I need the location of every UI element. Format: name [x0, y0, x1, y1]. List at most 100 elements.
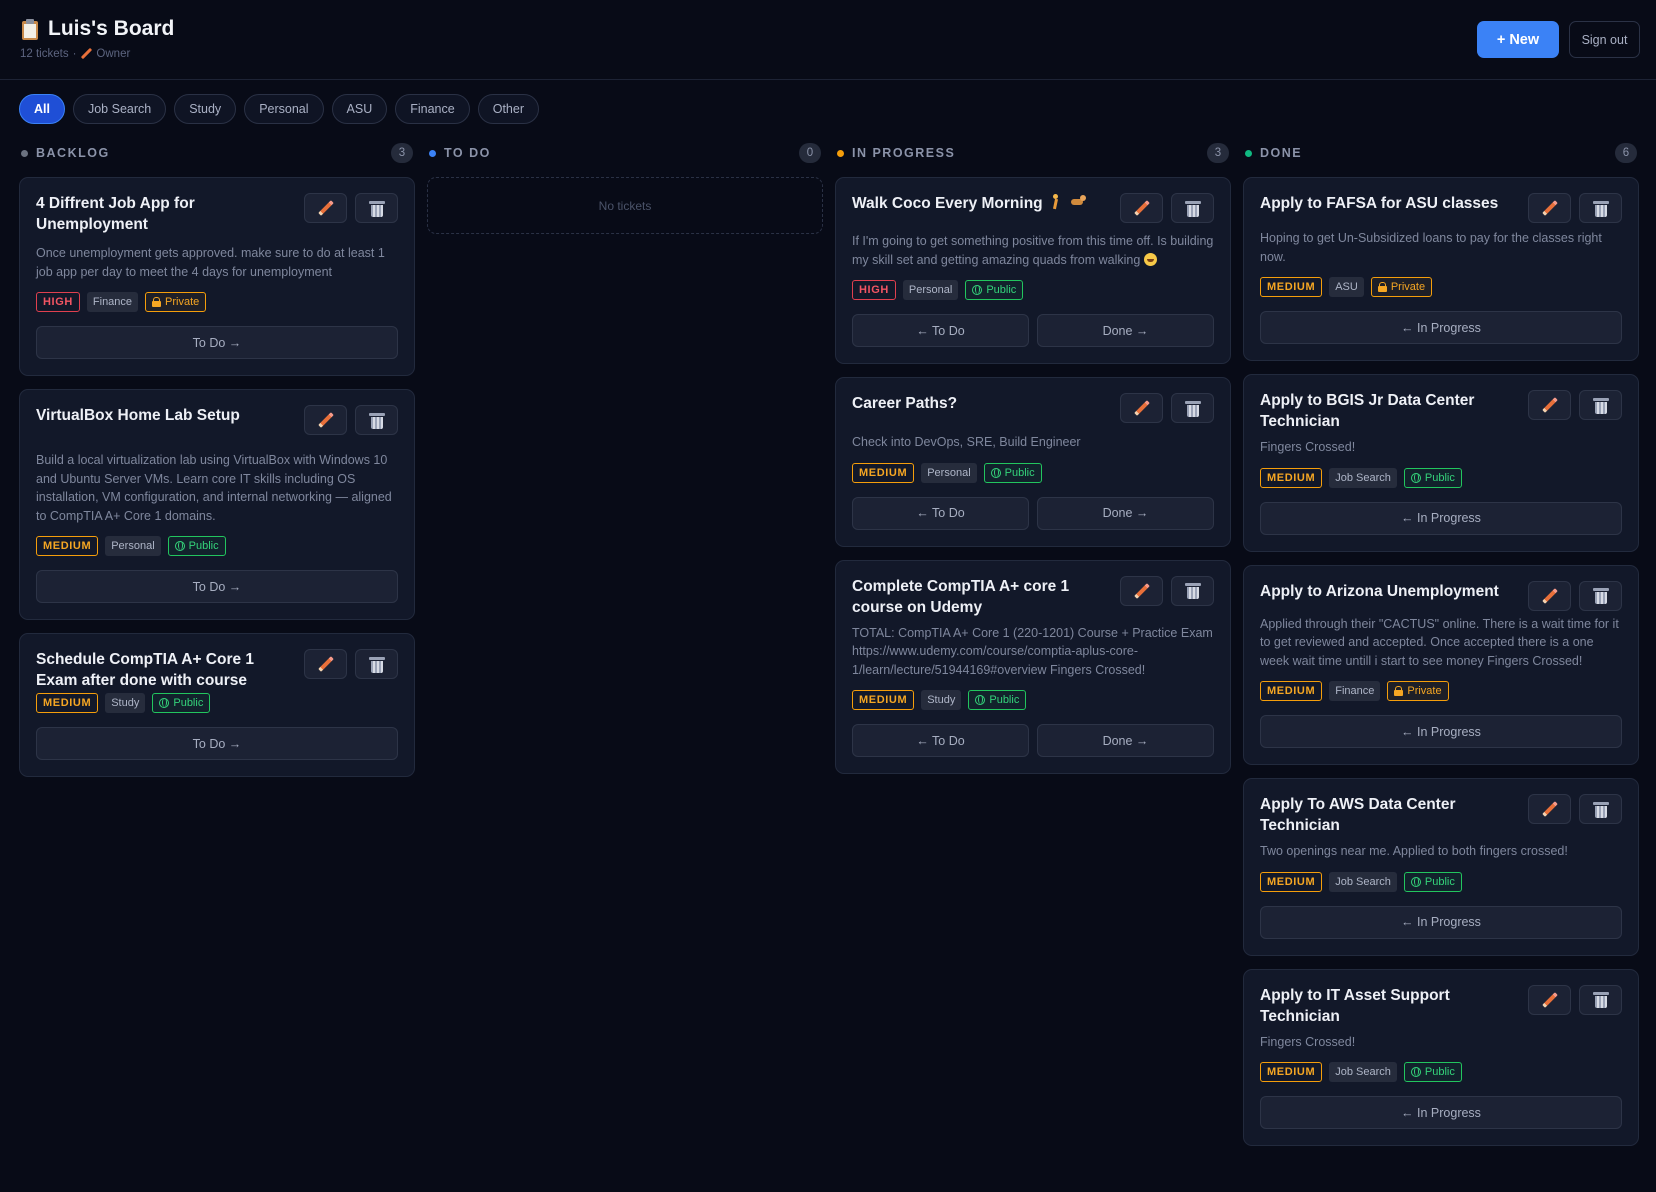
ticket-card[interactable]: Apply To AWS Data Center Technician Two …: [1243, 778, 1639, 956]
ticket-card[interactable]: Career Paths? Check into DevOps, SRE, Bu…: [835, 377, 1231, 547]
delete-button[interactable]: [355, 405, 398, 435]
pencil-icon: [1541, 587, 1559, 605]
move-to-done-button[interactable]: Done →: [1037, 724, 1214, 757]
ticket-card[interactable]: Walk Coco Every Morning If I'm going to …: [835, 177, 1231, 364]
edit-button[interactable]: [1120, 193, 1163, 223]
delete-button[interactable]: [1171, 193, 1214, 223]
edit-button[interactable]: [304, 405, 347, 435]
column-header: DONE 6: [1243, 143, 1639, 163]
visibility-badge: Public: [965, 280, 1024, 300]
delete-button[interactable]: [1579, 580, 1622, 611]
move-to-todo-button[interactable]: To Do →: [36, 727, 398, 760]
filter-all[interactable]: All: [19, 94, 65, 124]
board-meta: 12 tickets · Owner: [20, 48, 130, 60]
visibility-badge: Private: [1387, 681, 1449, 701]
move-to-in-progress-button[interactable]: ← In Progress: [1260, 1096, 1622, 1129]
ticket-title: Schedule CompTIA A+ Core 1 Exam after do…: [36, 651, 255, 689]
sign-out-button[interactable]: Sign out: [1569, 21, 1640, 58]
ticket-description-text: If I'm going to get something positive f…: [852, 234, 1214, 267]
visibility-badge: Public: [968, 690, 1027, 710]
filter-asu[interactable]: ASU: [331, 94, 388, 124]
move-to-in-progress-button[interactable]: ← In Progress: [1260, 311, 1622, 344]
globe-icon: [975, 695, 986, 705]
category-badge: Job Search: [1329, 871, 1397, 892]
new-ticket-button[interactable]: + New: [1477, 21, 1559, 58]
board-title: Luis's Board: [20, 17, 174, 41]
visibility-label: Private: [1390, 281, 1426, 293]
lock-icon: [152, 297, 162, 307]
delete-button[interactable]: [355, 193, 398, 223]
trash-icon: [1184, 400, 1201, 417]
filter-job-search[interactable]: Job Search: [72, 94, 167, 124]
ticket-card[interactable]: VirtualBox Home Lab Setup Build a local …: [19, 389, 415, 620]
edit-button[interactable]: [1528, 580, 1571, 611]
column-title: TO DO: [444, 146, 491, 160]
move-to-todo-button[interactable]: To Do →: [36, 570, 398, 603]
edit-button[interactable]: [1528, 984, 1571, 1015]
globe-icon: [972, 285, 983, 295]
trash-icon: [368, 412, 385, 429]
filter-study[interactable]: Study: [174, 94, 237, 124]
delete-button[interactable]: [1579, 390, 1622, 420]
globe-icon: [1410, 472, 1421, 483]
ticket-title: Apply to FAFSA for ASU classes: [1260, 195, 1499, 212]
move-to-todo-button[interactable]: ← To Do: [852, 496, 1029, 530]
trash-icon: [368, 200, 385, 217]
move-to-in-progress-button[interactable]: ← In Progress: [1260, 501, 1622, 535]
move-to-done-button[interactable]: Done →: [1037, 496, 1214, 530]
filter-personal[interactable]: Personal: [244, 94, 324, 124]
delete-button[interactable]: [355, 649, 398, 679]
category-badge: ASU: [1329, 277, 1364, 297]
edit-button[interactable]: [304, 649, 347, 679]
delete-button[interactable]: [1171, 575, 1214, 606]
ticket-card[interactable]: Complete CompTIA A+ core 1 course on Ude…: [835, 559, 1231, 774]
lock-icon: [1377, 282, 1387, 292]
edit-button[interactable]: [1528, 794, 1571, 824]
move-to-in-progress-button[interactable]: ← In Progress: [1260, 905, 1622, 939]
priority-badge: HIGH: [852, 280, 896, 300]
edit-button[interactable]: [1120, 393, 1163, 423]
category-badge: Job Search: [1329, 467, 1397, 488]
ticket-card[interactable]: Schedule CompTIA A+ Core 1 Exam after do…: [19, 633, 415, 777]
visibility-label: Public: [1004, 466, 1035, 479]
globe-icon: [174, 541, 185, 551]
ticket-card[interactable]: Apply to FAFSA for ASU classes Hoping to…: [1243, 177, 1639, 361]
column-done: DONE 6 Apply to FAFSA for ASU classes Ho…: [1243, 143, 1639, 1146]
pencil-icon: [317, 199, 335, 217]
category-badge: Study: [921, 690, 962, 710]
ticket-title-text: Walk Coco Every Morning: [852, 195, 1043, 212]
delete-button[interactable]: [1579, 193, 1622, 223]
ticket-title: Apply to IT Asset Support Technician: [1260, 986, 1450, 1025]
delete-button[interactable]: [1579, 794, 1622, 824]
ticket-description: Check into DevOps, SRE, Build Engineer: [852, 435, 1081, 449]
trash-icon: [1592, 587, 1609, 604]
visibility-badge: Public: [983, 462, 1042, 483]
ticket-card[interactable]: Apply to BGIS Jr Data Center Technician …: [1243, 374, 1639, 552]
ticket-card[interactable]: 4 Diffrent Job App for Unemployment Once…: [19, 177, 415, 376]
move-to-done-button[interactable]: Done →: [1037, 314, 1214, 347]
visibility-label: Public: [1424, 471, 1455, 484]
priority-badge: MEDIUM: [1260, 1062, 1323, 1082]
filter-finance[interactable]: Finance: [395, 94, 470, 124]
edit-button[interactable]: [1528, 193, 1571, 223]
edit-button[interactable]: [1528, 390, 1571, 420]
move-to-todo-button[interactable]: To Do →: [36, 326, 398, 359]
move-to-todo-button[interactable]: ← To Do: [852, 724, 1029, 757]
clipboard-icon: [20, 18, 40, 40]
filter-other[interactable]: Other: [477, 94, 539, 124]
meta-separator: ·: [72, 48, 77, 60]
ticket-card[interactable]: Apply to Arizona Unemployment Applied th…: [1243, 564, 1639, 765]
column-header: TO DO 0: [427, 143, 823, 163]
ticket-description: Build a local virtualization lab using V…: [36, 453, 392, 523]
move-to-in-progress-button[interactable]: ← In Progress: [1260, 715, 1622, 748]
move-to-todo-button[interactable]: ← To Do: [852, 314, 1029, 347]
ticket-title: Apply to BGIS Jr Data Center Technician: [1260, 392, 1475, 430]
trash-icon: [1184, 200, 1201, 217]
ticket-card[interactable]: Apply to IT Asset Support Technician Fin…: [1243, 968, 1639, 1146]
delete-button[interactable]: [1171, 393, 1214, 423]
edit-button[interactable]: [1120, 575, 1163, 606]
column-in-progress: IN PROGRESS 3 Walk Coco Every Morning If…: [835, 143, 1231, 774]
delete-button[interactable]: [1579, 984, 1622, 1015]
category-badge: Personal: [105, 536, 161, 556]
edit-button[interactable]: [304, 193, 347, 223]
